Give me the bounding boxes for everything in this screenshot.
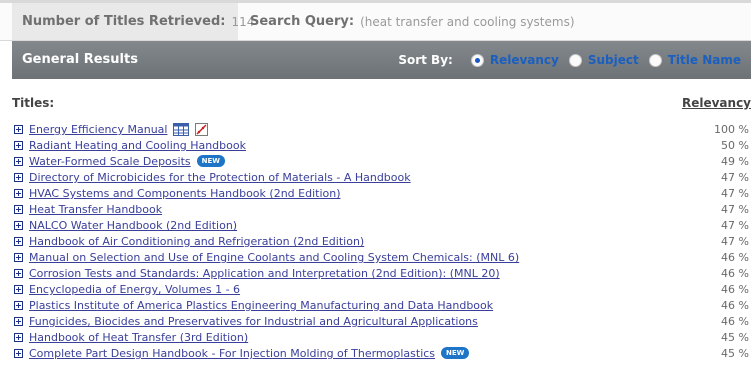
relevancy-value: 47 % [721, 187, 749, 200]
search-info-bar: Number of Titles Retrieved: 114 Search Q… [0, 0, 751, 41]
list-header: Titles: Relevancy [12, 96, 751, 114]
table-icon[interactable] [173, 122, 190, 136]
titles-count-label: Number of Titles Retrieved: [22, 14, 226, 29]
expand-plus-icon[interactable] [14, 349, 23, 358]
list-item: Encyclopedia of Energy, Volumes 1 - 6 46… [14, 282, 751, 298]
title-link[interactable]: Handbook of Air Conditioning and Refrige… [29, 234, 364, 250]
expand-plus-icon[interactable] [14, 237, 23, 246]
results-title: General Results [22, 52, 138, 67]
sort-controls: Sort By: Relevancy Subject Title Name [398, 41, 741, 79]
list-item: HVAC Systems and Components Handbook (2n… [14, 186, 751, 202]
sort-option-label: Title Name [667, 53, 741, 67]
sort-option-title-name[interactable]: Title Name [648, 53, 741, 67]
list-item: Handbook of Air Conditioning and Refrige… [14, 234, 751, 250]
title-link[interactable]: Fungicides, Biocides and Preservatives f… [29, 314, 478, 330]
list-item: Manual on Selection and Use of Engine Co… [14, 250, 751, 266]
expand-plus-icon[interactable] [14, 253, 23, 262]
title-link[interactable]: Complete Part Design Handbook - For Inje… [29, 346, 470, 362]
list-item: Fungicides, Biocides and Preservatives f… [14, 314, 751, 330]
relevancy-value: 46 % [721, 315, 749, 328]
title-link[interactable]: Heat Transfer Handbook [29, 202, 162, 218]
list-item: Directory of Microbicides for the Protec… [14, 170, 751, 186]
relevancy-value: 100 % [714, 123, 749, 136]
title-text[interactable]: Energy Efficiency Manual [29, 123, 167, 136]
relevancy-value: 50 % [721, 139, 749, 152]
expand-plus-icon[interactable] [14, 285, 23, 294]
relevancy-value: 47 % [721, 171, 749, 184]
title-text[interactable]: Complete Part Design Handbook - For Inje… [29, 347, 435, 360]
expand-plus-icon[interactable] [14, 125, 23, 134]
radio-icon[interactable] [568, 53, 582, 67]
expand-plus-icon[interactable] [14, 173, 23, 182]
title-link[interactable]: Energy Efficiency Manual [29, 122, 209, 138]
expand-plus-icon[interactable] [14, 189, 23, 198]
relevancy-value: 47 % [721, 203, 749, 216]
relevancy-value: 46 % [721, 299, 749, 312]
expand-plus-icon[interactable] [14, 157, 23, 166]
sort-option-label: Subject [587, 53, 639, 67]
titles-count: Number of Titles Retrieved: 114 [12, 3, 254, 40]
title-link[interactable]: Encyclopedia of Energy, Volumes 1 - 6 [29, 282, 240, 298]
list-item: Complete Part Design Handbook - For Inje… [14, 346, 751, 362]
relevancy-value: 47 % [721, 235, 749, 248]
list-item: NALCO Water Handbook (2nd Edition) 47 % [14, 218, 751, 234]
relevancy-value: 46 % [721, 267, 749, 280]
relevancy-value: 46 % [721, 283, 749, 296]
relevancy-value: 47 % [721, 219, 749, 232]
new-badge: NEW [196, 155, 225, 167]
list-item: Handbook of Heat Transfer (3rd Edition) … [14, 330, 751, 346]
sort-option-relevancy[interactable]: Relevancy [470, 53, 559, 67]
new-badge: NEW [441, 347, 470, 359]
sort-label: Sort By: [398, 53, 453, 67]
title-link[interactable]: HVAC Systems and Components Handbook (2n… [29, 186, 341, 202]
title-link[interactable]: NALCO Water Handbook (2nd Edition) [29, 218, 237, 234]
results-list: Energy Efficiency Manual 100 % Radiant H… [14, 122, 751, 362]
radio-selected-icon[interactable] [470, 53, 484, 67]
title-link[interactable]: Plastics Institute of America Plastics E… [29, 298, 493, 314]
sort-option-subject[interactable]: Subject [568, 53, 639, 67]
expand-plus-icon[interactable] [14, 205, 23, 214]
title-link[interactable]: Water-Formed Scale Deposits NEW [29, 154, 225, 170]
titles-column-header: Titles: [12, 96, 55, 110]
relevancy-column-header[interactable]: Relevancy [682, 96, 751, 110]
list-item: Radiant Heating and Cooling Handbook 50 … [14, 138, 751, 154]
title-link[interactable]: Handbook of Heat Transfer (3rd Edition) [29, 330, 248, 346]
title-link[interactable]: Radiant Heating and Cooling Handbook [29, 138, 246, 154]
title-link[interactable]: Directory of Microbicides for the Protec… [29, 170, 411, 186]
search-query-value: (heat transfer and cooling systems) [360, 14, 575, 29]
list-item: Corrosion Tests and Standards: Applicati… [14, 266, 751, 282]
relevancy-value: 49 % [721, 155, 749, 168]
title-link[interactable]: Manual on Selection and Use of Engine Co… [29, 250, 519, 266]
expand-plus-icon[interactable] [14, 221, 23, 230]
list-item: Plastics Institute of America Plastics E… [14, 298, 751, 314]
expand-plus-icon[interactable] [14, 301, 23, 310]
expand-plus-icon[interactable] [14, 269, 23, 278]
title-link[interactable]: Corrosion Tests and Standards: Applicati… [29, 266, 500, 282]
relevancy-value: 45 % [721, 347, 749, 360]
relevancy-value: 46 % [721, 251, 749, 264]
search-query-label: Search Query: [250, 14, 355, 29]
sort-option-label: Relevancy [489, 53, 559, 67]
chart-icon[interactable] [195, 122, 209, 136]
list-item: Water-Formed Scale Deposits NEW 49 % [14, 154, 751, 170]
title-text[interactable]: Water-Formed Scale Deposits [29, 155, 191, 168]
results-header: General Results Sort By: Relevancy Subje… [12, 41, 751, 79]
list-item: Heat Transfer Handbook 47 % [14, 202, 751, 218]
list-item: Energy Efficiency Manual 100 % [14, 122, 751, 138]
expand-plus-icon[interactable] [14, 317, 23, 326]
search-query: Search Query: (heat transfer and cooling… [250, 3, 575, 40]
relevancy-value: 45 % [721, 331, 749, 344]
expand-plus-icon[interactable] [14, 141, 23, 150]
radio-icon[interactable] [648, 53, 662, 67]
expand-plus-icon[interactable] [14, 333, 23, 342]
